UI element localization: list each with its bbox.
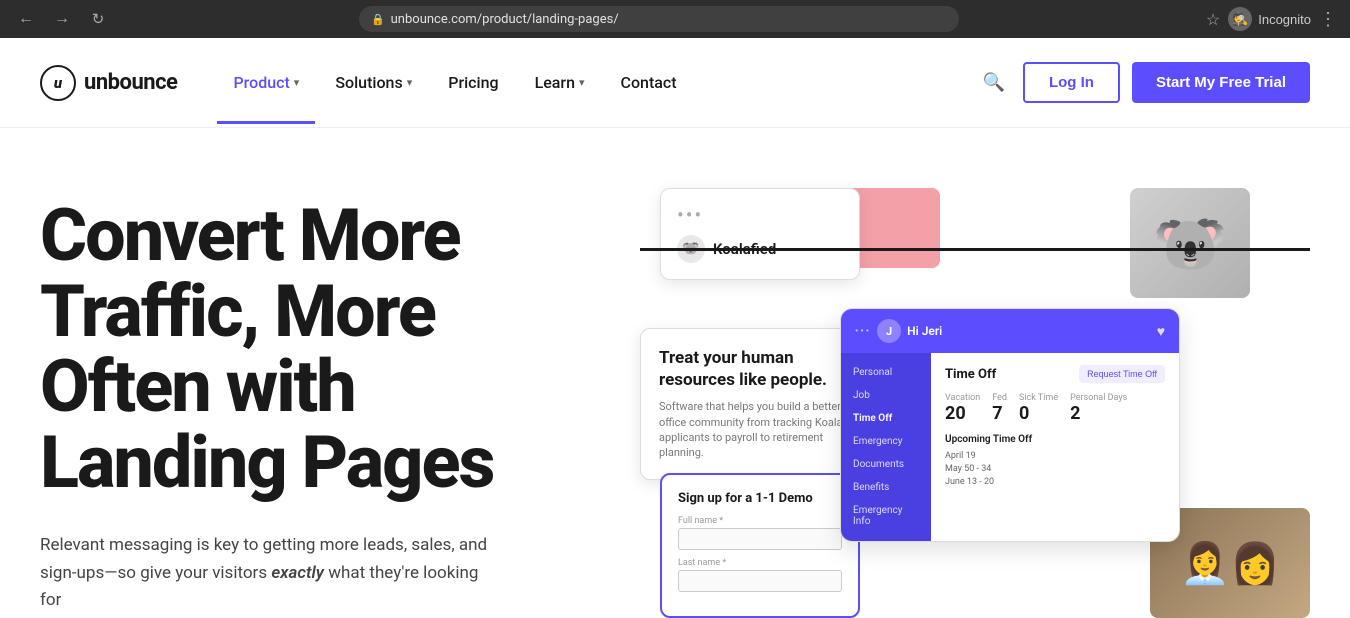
main-nav: Product ▾ Solutions ▾ Pricing Learn ▾ Co… xyxy=(217,65,976,100)
address-bar[interactable]: 🔒 unbounce.com/product/landing-pages/ xyxy=(359,6,959,32)
sicktime-stat: Sick Time 0 xyxy=(1019,393,1058,424)
upcoming-item-3: June 13 - 20 xyxy=(945,477,1165,487)
incognito-icon: 🕵 xyxy=(1228,7,1252,31)
demo-field-lastname: Last name * xyxy=(678,558,842,592)
hr-card-title: Treat your human resources like people. xyxy=(659,347,861,391)
sidebar-documents[interactable]: Documents xyxy=(841,453,931,476)
timeoff-content-header: Time Off Request Time Off xyxy=(945,365,1165,383)
site-header: u unbounce Product ▾ Solutions ▾ Pricing… xyxy=(0,38,1350,128)
timeoff-name: Hi Jeri xyxy=(907,324,1151,338)
timeoff-body: Personal Job Time Off Emergency Document… xyxy=(841,353,1179,541)
sidebar-emergency-info[interactable]: Emergency Info xyxy=(841,499,931,533)
hr-card-subtitle: Software that helps you build a better o… xyxy=(659,399,861,461)
reload-button[interactable]: ↻ xyxy=(84,5,112,33)
logo-text: unbounce xyxy=(84,70,177,95)
nav-learn[interactable]: Learn ▾ xyxy=(519,65,601,100)
firstname-label: Full name * xyxy=(678,516,842,526)
menu-icon[interactable]: ⋮ xyxy=(1319,9,1338,30)
incognito-label: Incognito xyxy=(1258,12,1311,27)
lock-icon: 🔒 xyxy=(371,13,385,26)
login-button[interactable]: Log In xyxy=(1023,62,1120,103)
incognito-button[interactable]: 🕵 Incognito xyxy=(1228,7,1311,31)
hero-text: Convert More Traffic, More Often with La… xyxy=(40,188,600,614)
fed-label: Fed xyxy=(992,393,1007,403)
nav-contact[interactable]: Contact xyxy=(605,65,693,100)
lastname-input[interactable] xyxy=(678,570,842,592)
hero-visuals: ••• 🐨 Koalafied 🐨 Treat your human resou… xyxy=(640,188,1310,618)
upcoming-item-2: May 50 - 34 xyxy=(945,464,1165,474)
url-text: unbounce.com/product/landing-pages/ xyxy=(391,12,619,27)
hero-subtext: Relevant messaging is key to getting mor… xyxy=(40,532,500,614)
fed-stat: Fed 7 xyxy=(992,393,1007,424)
sidebar-personal[interactable]: Personal xyxy=(841,361,931,384)
fed-value: 7 xyxy=(992,403,1002,424)
nav-pricing[interactable]: Pricing xyxy=(432,65,514,100)
timeoff-sidebar: Personal Job Time Off Emergency Document… xyxy=(841,353,931,541)
firstname-input[interactable] xyxy=(678,528,842,550)
timeoff-content: Time Off Request Time Off Vacation 20 Fe… xyxy=(931,353,1179,541)
top-bar xyxy=(640,248,1310,251)
upcoming-title: Upcoming Time Off xyxy=(945,434,1165,445)
sidebar-benefits[interactable]: Benefits xyxy=(841,476,931,499)
hero-section: Convert More Traffic, More Often with La… xyxy=(0,128,1350,618)
timeoff-title: Time Off xyxy=(945,367,996,382)
demo-field-firstname: Full name * xyxy=(678,516,842,550)
personaldays-value: 2 xyxy=(1070,403,1080,424)
logo[interactable]: u unbounce xyxy=(40,65,177,101)
demo-title: Sign up for a 1-1 Demo xyxy=(678,491,842,506)
card-dots: ••• xyxy=(677,205,843,225)
timeoff-header: ••• J Hi Jeri ♥ xyxy=(841,309,1179,353)
trial-button[interactable]: Start My Free Trial xyxy=(1132,62,1310,103)
personaldays-stat: Personal Days 2 xyxy=(1070,393,1127,424)
back-button[interactable]: ← xyxy=(12,5,40,33)
bookmark-icon[interactable]: ☆ xyxy=(1206,10,1220,29)
browser-chrome: ← → ↻ 🔒 unbounce.com/product/landing-pag… xyxy=(0,0,1350,38)
nav-product[interactable]: Product ▾ xyxy=(217,65,315,100)
koalafied-card: ••• 🐨 Koalafied xyxy=(660,188,860,280)
logo-icon: u xyxy=(40,65,76,101)
solutions-chevron-icon: ▾ xyxy=(407,76,413,89)
sidebar-job[interactable]: Job xyxy=(841,384,931,407)
sidebar-timeoff[interactable]: Time Off xyxy=(841,407,931,430)
browser-actions: ☆ 🕵 Incognito ⋮ xyxy=(1206,7,1338,31)
vacation-stat: Vacation 20 xyxy=(945,393,980,424)
sicktime-value: 0 xyxy=(1019,403,1029,424)
forward-button[interactable]: → xyxy=(48,5,76,33)
nav-solutions[interactable]: Solutions ▾ xyxy=(319,65,428,100)
timeoff-avatar: J xyxy=(877,319,901,343)
koala-image: 🐨 xyxy=(1130,188,1250,298)
sidebar-emergency[interactable]: Emergency xyxy=(841,430,931,453)
timeoff-stats: Vacation 20 Fed 7 Sick Time 0 Personal xyxy=(945,393,1165,424)
upcoming-item-1: April 19 xyxy=(945,451,1165,461)
nav-actions: 🔍 Log In Start My Free Trial xyxy=(977,62,1310,103)
search-button[interactable]: 🔍 xyxy=(977,66,1011,99)
demo-card: Sign up for a 1-1 Demo Full name * Last … xyxy=(660,473,860,618)
hero-headline: Convert More Traffic, More Often with La… xyxy=(40,198,600,500)
request-timeoff-button[interactable]: Request Time Off xyxy=(1079,365,1165,383)
timeoff-heart-icon: ♥ xyxy=(1157,323,1165,340)
lastname-label: Last name * xyxy=(678,558,842,568)
learn-chevron-icon: ▾ xyxy=(579,76,585,89)
sicktime-label: Sick Time xyxy=(1019,393,1058,403)
personaldays-label: Personal Days xyxy=(1070,393,1127,403)
timeoff-dots: ••• xyxy=(855,326,871,337)
vacation-value: 20 xyxy=(945,403,966,424)
vacation-label: Vacation xyxy=(945,393,980,403)
timeoff-card: ••• J Hi Jeri ♥ Personal Job Time Off Em… xyxy=(840,308,1180,542)
product-chevron-icon: ▾ xyxy=(294,76,300,89)
